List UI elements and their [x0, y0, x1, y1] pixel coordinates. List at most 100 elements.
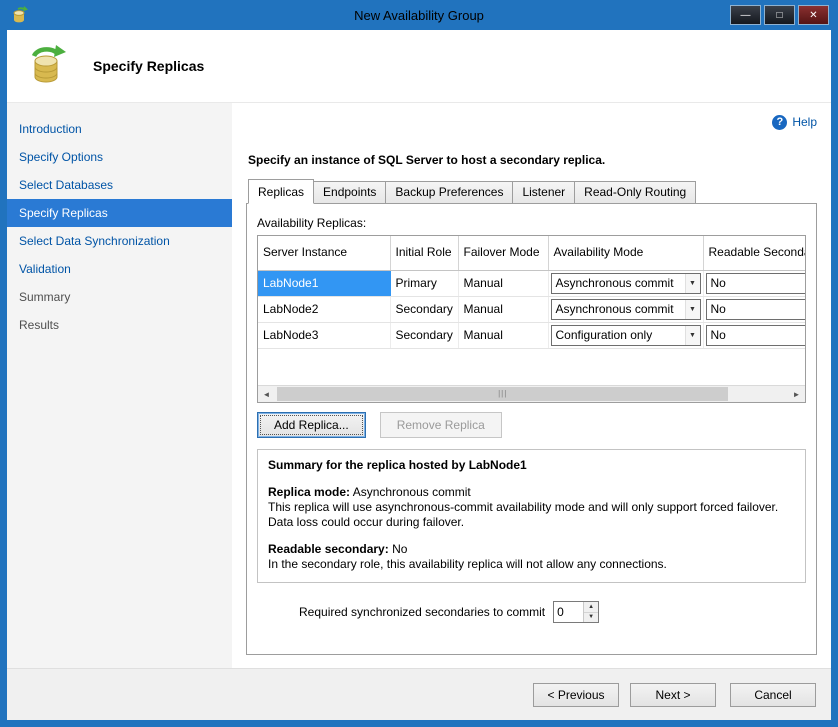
readable-secondary-combo[interactable]: No ▼: [706, 273, 806, 294]
sync-commit-spinner: ▲ ▼: [553, 601, 599, 623]
tab-read-only-routing[interactable]: Read-Only Routing: [574, 181, 696, 203]
readable-secondary-description: In the secondary role, this availability…: [268, 557, 795, 572]
spin-up-icon[interactable]: ▲: [584, 602, 598, 613]
replica-mode-label: Replica mode:: [268, 485, 350, 499]
availability-mode-value: Configuration only: [556, 328, 653, 342]
cancel-button[interactable]: Cancel: [730, 683, 816, 707]
next-button[interactable]: Next >: [630, 683, 716, 707]
readable-secondary-value: No: [711, 302, 726, 316]
column-header-availability-mode[interactable]: Availability Mode: [548, 236, 703, 270]
failover-mode-cell[interactable]: Manual: [458, 322, 548, 348]
database-replica-icon: [23, 43, 69, 89]
sync-commit-label: Required synchronized secondaries to com…: [299, 605, 545, 619]
scroll-right-icon[interactable]: ►: [788, 386, 805, 402]
summary-title: Summary for the replica hosted by LabNod…: [268, 458, 795, 473]
scrollbar-track[interactable]: |||: [275, 386, 788, 402]
readable-secondary-combo[interactable]: No ▼: [706, 299, 806, 320]
availability-mode-value: Asynchronous commit: [556, 302, 674, 316]
replica-mode-value: Asynchronous commit: [353, 485, 471, 499]
window-controls: — □ ✕: [730, 5, 831, 25]
horizontal-scrollbar[interactable]: ◄ ||| ►: [258, 385, 805, 402]
spin-down-icon[interactable]: ▼: [584, 613, 598, 623]
instruction-text: Specify an instance of SQL Server to hos…: [248, 153, 817, 167]
wizard-window: New Availability Group — □ ✕ Specify Rep…: [0, 0, 838, 727]
readable-secondary-label: Readable secondary:: [268, 542, 389, 556]
sidebar-item-specify-options[interactable]: Specify Options: [7, 143, 232, 171]
wizard-footer: < Previous Next > Cancel: [7, 668, 831, 720]
column-header-server-instance[interactable]: Server Instance: [258, 236, 390, 270]
readable-secondary-value: No: [392, 542, 407, 556]
help-icon: ?: [772, 115, 787, 130]
tab-backup-preferences[interactable]: Backup Preferences: [385, 181, 513, 203]
maximize-icon[interactable]: □: [764, 5, 795, 25]
availability-mode-combo[interactable]: Asynchronous commit ▼: [551, 273, 701, 294]
readable-secondary-combo[interactable]: No ▼: [706, 325, 806, 346]
chevron-down-icon[interactable]: ▼: [685, 326, 700, 345]
tab-endpoints[interactable]: Endpoints: [313, 181, 386, 203]
chevron-down-icon[interactable]: ▼: [685, 300, 700, 319]
table-row[interactable]: LabNode3 Secondary Manual Configuration …: [258, 322, 805, 348]
grid-header-row: Server Instance Initial Role Failover Mo…: [258, 236, 805, 270]
sidebar-item-summary: Summary: [7, 283, 232, 311]
replica-summary-panel: Summary for the replica hosted by LabNod…: [257, 449, 806, 583]
sidebar-item-results: Results: [7, 311, 232, 339]
titlebar: New Availability Group — □ ✕: [7, 0, 831, 30]
column-header-initial-role[interactable]: Initial Role: [390, 236, 458, 270]
chevron-down-icon[interactable]: ▼: [685, 274, 700, 293]
replica-mode-line: Replica mode: Asynchronous commit: [268, 485, 795, 500]
replica-mode-description: This replica will use asynchronous-commi…: [268, 500, 795, 530]
server-instance-cell[interactable]: LabNode1: [258, 270, 390, 296]
sidebar-item-select-data-synchronization[interactable]: Select Data Synchronization: [7, 227, 232, 255]
availability-mode-combo[interactable]: Asynchronous commit ▼: [551, 299, 701, 320]
availability-mode-value: Asynchronous commit: [556, 276, 674, 290]
scroll-left-icon[interactable]: ◄: [258, 386, 275, 402]
remove-replica-button[interactable]: Remove Replica: [380, 412, 502, 438]
replicas-grid-viewport: Server Instance Initial Role Failover Mo…: [258, 236, 805, 385]
scrollbar-thumb[interactable]: |||: [277, 387, 728, 401]
replicas-grid: Server Instance Initial Role Failover Mo…: [257, 235, 806, 403]
readable-secondary-line: Readable secondary: No: [268, 542, 795, 557]
tab-replicas[interactable]: Replicas: [248, 179, 314, 204]
wizard-steps-sidebar: Introduction Specify Options Select Data…: [7, 103, 232, 668]
readable-secondary-value: No: [711, 276, 726, 290]
sync-commit-input[interactable]: [554, 602, 583, 622]
close-icon[interactable]: ✕: [798, 5, 829, 25]
scrollbar-grip-icon: |||: [498, 390, 507, 398]
table-row[interactable]: LabNode2 Secondary Manual Asynchronous c…: [258, 296, 805, 322]
previous-button[interactable]: < Previous: [533, 683, 619, 707]
initial-role-cell[interactable]: Primary: [390, 270, 458, 296]
help-label: Help: [792, 115, 817, 129]
availability-replicas-label: Availability Replicas:: [257, 216, 806, 230]
column-header-failover-mode[interactable]: Failover Mode: [458, 236, 548, 270]
window-frame: Specify Replicas Introduction Specify Op…: [7, 30, 831, 720]
sidebar-item-validation[interactable]: Validation: [7, 255, 232, 283]
main-content: ? Help Specify an instance of SQL Server…: [232, 103, 831, 668]
wizard-body: Introduction Specify Options Select Data…: [7, 103, 831, 668]
app-icon: [10, 6, 28, 24]
initial-role-cell[interactable]: Secondary: [390, 322, 458, 348]
column-header-readable-secondary[interactable]: Readable Secondary: [703, 236, 805, 270]
sidebar-item-introduction[interactable]: Introduction: [7, 115, 232, 143]
add-replica-button[interactable]: Add Replica...: [257, 412, 366, 438]
sidebar-item-specify-replicas[interactable]: Specify Replicas: [7, 199, 232, 227]
replica-buttons-row: Add Replica... Remove Replica: [257, 412, 806, 438]
page-title: Specify Replicas: [93, 58, 204, 74]
failover-mode-cell[interactable]: Manual: [458, 270, 548, 296]
server-instance-cell[interactable]: LabNode2: [258, 296, 390, 322]
availability-mode-combo[interactable]: Configuration only ▼: [551, 325, 701, 346]
sync-commit-row: Required synchronized secondaries to com…: [299, 601, 806, 623]
readable-secondary-value: No: [711, 328, 726, 342]
help-link[interactable]: ? Help: [246, 113, 817, 131]
initial-role-cell[interactable]: Secondary: [390, 296, 458, 322]
table-row[interactable]: LabNode1 Primary Manual Asynchronous com…: [258, 270, 805, 296]
wizard-header: Specify Replicas: [7, 30, 831, 103]
replicas-tab-panel: Availability Replicas: Server Instance I…: [246, 203, 817, 655]
sidebar-item-select-databases[interactable]: Select Databases: [7, 171, 232, 199]
tab-strip: Replicas Endpoints Backup Preferences Li…: [248, 179, 817, 203]
minimize-icon[interactable]: —: [730, 5, 761, 25]
server-instance-cell[interactable]: LabNode3: [258, 322, 390, 348]
window-title: New Availability Group: [7, 8, 831, 23]
failover-mode-cell[interactable]: Manual: [458, 296, 548, 322]
tab-listener[interactable]: Listener: [512, 181, 575, 203]
spinner-buttons: ▲ ▼: [583, 602, 598, 622]
